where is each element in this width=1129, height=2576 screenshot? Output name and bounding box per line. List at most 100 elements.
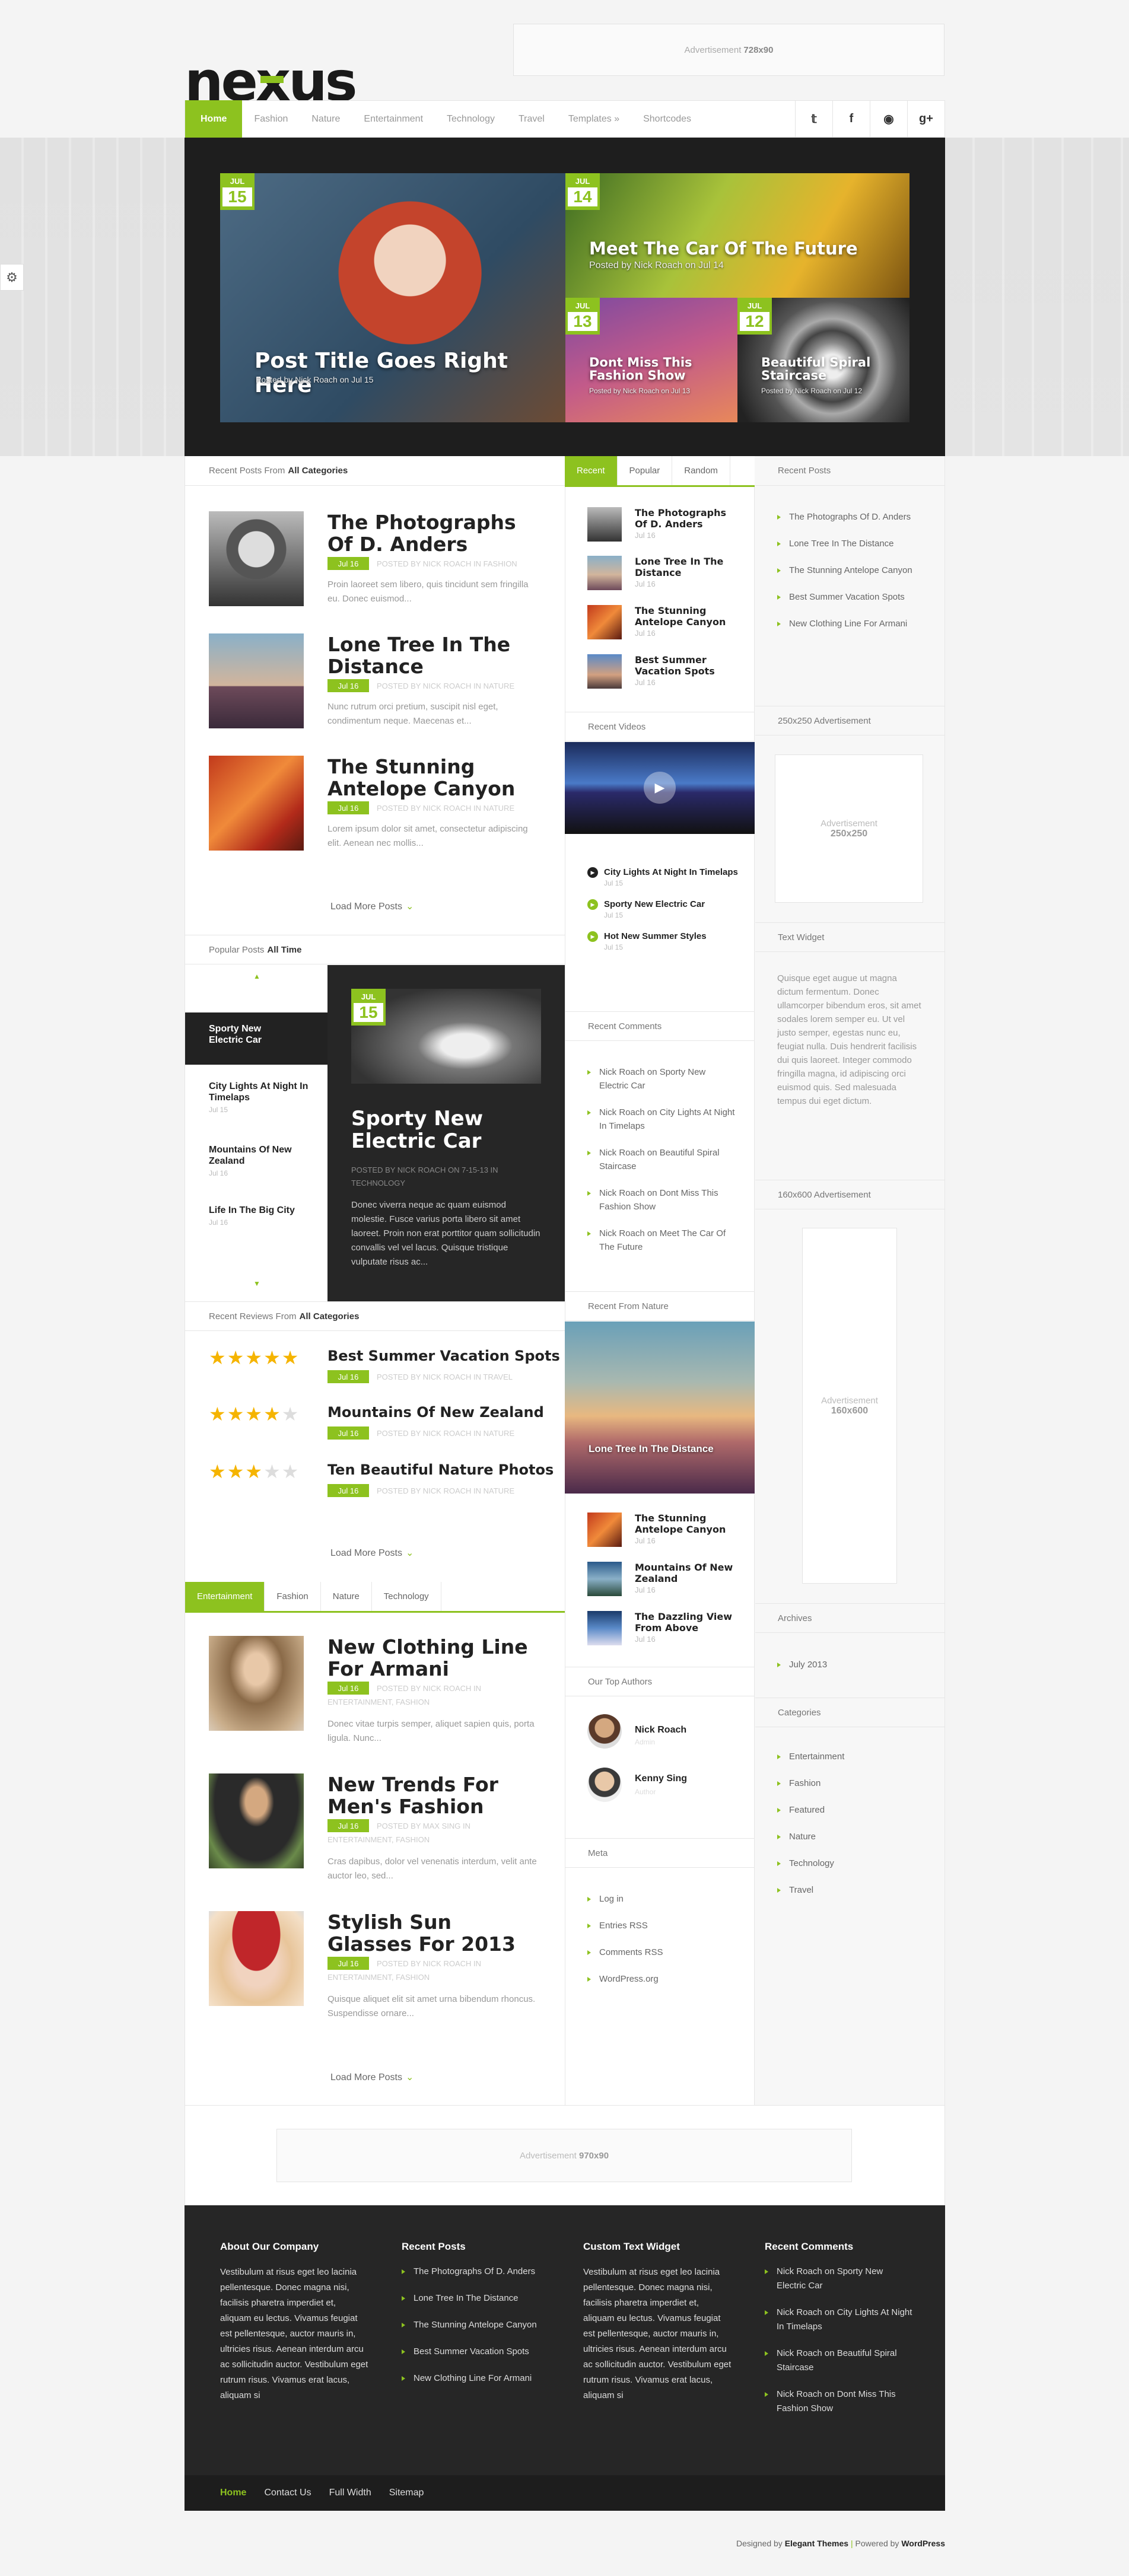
post-thumbnail[interactable]: [587, 1611, 622, 1645]
post-thumbnail[interactable]: [587, 1562, 622, 1596]
list-item[interactable]: New Trends For Men's Fashion Jul 16 POST…: [209, 1773, 541, 1892]
tab-nature[interactable]: Nature: [321, 1582, 372, 1611]
footer-nav-sitemap[interactable]: Sitemap: [389, 2488, 424, 2498]
post-title[interactable]: Stylish Sun Glasses For 2013: [327, 1911, 541, 1955]
load-more-button[interactable]: Load More Posts ⌄: [330, 1547, 414, 1559]
category-link[interactable]: Fashion: [777, 1776, 926, 1790]
list-item[interactable]: The Stunning Antelope Canyon Jul 16 POST…: [209, 756, 541, 862]
popular-item-title[interactable]: Life In The Big City: [209, 1205, 310, 1216]
post-title[interactable]: The Stunning Antelope Canyon: [635, 605, 742, 628]
review-item[interactable]: ★★★★★ Ten Beautiful Nature Photos Jul 16…: [209, 1460, 554, 1502]
author-name[interactable]: Kenny Sing: [635, 1773, 687, 1784]
play-icon[interactable]: ▶: [644, 772, 676, 804]
post-title[interactable]: New Trends For Men's Fashion: [327, 1773, 541, 1817]
post-thumbnail[interactable]: [209, 756, 304, 851]
facebook-icon[interactable]: f: [832, 100, 870, 138]
slide-title[interactable]: Beautiful Spiral Staircase: [761, 356, 886, 382]
post-thumbnail[interactable]: [209, 633, 304, 728]
post-title[interactable]: Lone Tree In The Distance: [635, 556, 742, 578]
meta-link[interactable]: Entries RSS: [587, 1919, 736, 1932]
list-item[interactable]: The Stunning Antelope Canyon Jul 16: [587, 605, 742, 647]
list-item[interactable]: Stylish Sun Glasses For 2013 Jul 16 POST…: [209, 1911, 541, 2030]
post-title[interactable]: Lone Tree In The Distance: [327, 633, 541, 677]
list-item[interactable]: Mountains Of New Zealand Jul 16: [587, 1562, 742, 1603]
post-title[interactable]: The Dazzling View From Above: [635, 1611, 742, 1634]
archive-link[interactable]: July 2013: [777, 1658, 926, 1671]
list-item[interactable]: Best Summer Vacation Spots Jul 16: [587, 654, 742, 696]
site-logo[interactable]: nexus: [185, 55, 358, 109]
post-thumbnail[interactable]: [209, 1773, 304, 1868]
tab-fashion[interactable]: Fashion: [265, 1582, 321, 1611]
list-item[interactable]: The Photographs Of D. Anders Jul 16: [587, 507, 742, 549]
tab-random[interactable]: Random: [672, 456, 730, 485]
video-title[interactable]: Sporty New Electric Car: [604, 899, 742, 909]
list-item[interactable]: ▶ City Lights At Night In Timelaps Jul 15: [587, 867, 742, 887]
footer-nav-full-width[interactable]: Full Width: [329, 2488, 371, 2498]
ad-160x600[interactable]: Advertisement 160x600: [802, 1228, 897, 1584]
category-link[interactable]: Technology: [777, 1857, 926, 1870]
avatar[interactable]: [587, 1768, 622, 1802]
meta-link[interactable]: Log in: [587, 1892, 736, 1906]
footer-link[interactable]: The Stunning Antelope Canyon: [402, 2318, 550, 2332]
top-advertisement[interactable]: Advertisement 728x90: [513, 24, 944, 76]
comment-link[interactable]: Nick Roach on Dont Miss This Fashion Sho…: [587, 1186, 736, 1214]
post-thumbnail[interactable]: [587, 1513, 622, 1547]
category-link[interactable]: Travel: [777, 1883, 926, 1897]
footer-link[interactable]: Nick Roach on Sporty New Electric Car: [765, 2265, 913, 2293]
recent-link[interactable]: The Photographs Of D. Anders: [777, 510, 926, 524]
list-item[interactable]: The Dazzling View From Above Jul 16: [587, 1611, 742, 1652]
rss-icon[interactable]: ◉: [870, 100, 907, 138]
post-title[interactable]: Best Summer Vacation Spots: [635, 654, 742, 677]
footer-link[interactable]: The Photographs Of D. Anders: [402, 2265, 550, 2279]
ad-970x90[interactable]: Advertisement 970x90: [276, 2129, 852, 2182]
video-title[interactable]: City Lights At Night In Timelaps: [604, 867, 742, 877]
comment-link[interactable]: Nick Roach on Beautiful Spiral Staircase: [587, 1146, 736, 1173]
tab-popular[interactable]: Popular: [618, 456, 673, 485]
recent-link[interactable]: The Stunning Antelope Canyon: [777, 563, 926, 577]
category-link[interactable]: Nature: [777, 1830, 926, 1843]
slide-title[interactable]: Post Title Goes Right Here: [255, 349, 565, 397]
nav-shortcodes[interactable]: Shortcodes: [631, 100, 703, 138]
footer-nav-home[interactable]: Home: [220, 2488, 246, 2498]
category-link[interactable]: Entertainment: [777, 1750, 926, 1763]
slide-top-right[interactable]: JUL 14 Meet The Car Of The Future Posted …: [565, 173, 909, 298]
popular-item-title[interactable]: Mountains Of New Zealand: [209, 1144, 310, 1167]
author-item[interactable]: Kenny Sing Author: [587, 1768, 736, 1803]
review-item[interactable]: ★★★★★ Best Summer Vacation Spots Jul 16 …: [209, 1346, 560, 1388]
post-thumbnail[interactable]: [209, 1911, 304, 2006]
footer-link[interactable]: Nick Roach on City Lights At Night In Ti…: [765, 2306, 913, 2334]
list-item[interactable]: ▶ Sporty New Electric Car Jul 15: [587, 899, 742, 919]
post-title[interactable]: The Stunning Antelope Canyon: [327, 756, 541, 800]
post-title[interactable]: The Stunning Antelope Canyon: [635, 1513, 742, 1535]
slide-title[interactable]: Dont Miss This Fashion Show: [589, 356, 708, 382]
nav-travel[interactable]: Travel: [507, 100, 556, 138]
footer-link[interactable]: Lone Tree In The Distance: [402, 2291, 550, 2306]
nature-feature-image[interactable]: Lone Tree In The Distance: [565, 1322, 755, 1494]
popular-item[interactable]: City Lights At Night In Timelaps Jul 15: [209, 1081, 310, 1114]
post-thumbnail[interactable]: [209, 1636, 304, 1731]
video-title[interactable]: Hot New Summer Styles: [604, 931, 742, 941]
footer-link[interactable]: Nick Roach on Dont Miss This Fashion Sho…: [765, 2387, 913, 2416]
load-more-button[interactable]: Load More Posts ⌄: [330, 2071, 414, 2083]
nature-feature-title[interactable]: Lone Tree In The Distance: [589, 1443, 714, 1455]
nav-fashion[interactable]: Fashion: [242, 100, 300, 138]
slide-title[interactable]: Meet The Car Of The Future: [589, 238, 858, 259]
author-item[interactable]: Nick Roach Admin: [587, 1714, 736, 1750]
tab-recent[interactable]: Recent: [565, 456, 618, 485]
ad-250x250[interactable]: Advertisement 250x250: [775, 754, 923, 903]
comment-link[interactable]: Nick Roach on Sporty New Electric Car: [587, 1065, 736, 1093]
slide-bottom-left[interactable]: JUL 13 Dont Miss This Fashion Show Posted…: [565, 298, 737, 422]
footer-link[interactable]: New Clothing Line For Armani: [402, 2371, 550, 2386]
review-item[interactable]: ★★★★★ Mountains Of New Zealand Jul 16 PO…: [209, 1403, 544, 1444]
nav-templates[interactable]: Templates »: [556, 100, 631, 138]
popular-item-title[interactable]: Sporty New Electric Car: [209, 1023, 298, 1046]
post-thumbnail[interactable]: [587, 605, 622, 639]
list-item[interactable]: The Stunning Antelope Canyon Jul 16: [587, 1513, 742, 1554]
review-title[interactable]: Ten Beautiful Nature Photos: [327, 1461, 554, 1478]
post-title[interactable]: Mountains Of New Zealand: [635, 1562, 742, 1584]
review-title[interactable]: Mountains Of New Zealand: [327, 1404, 544, 1421]
meta-link[interactable]: Comments RSS: [587, 1945, 736, 1959]
twitter-icon[interactable]: 𝕥: [795, 100, 832, 138]
tab-entertainment[interactable]: Entertainment: [185, 1582, 265, 1611]
slide-main[interactable]: JUL 15 Post Title Goes Right Here Posted …: [220, 173, 565, 422]
